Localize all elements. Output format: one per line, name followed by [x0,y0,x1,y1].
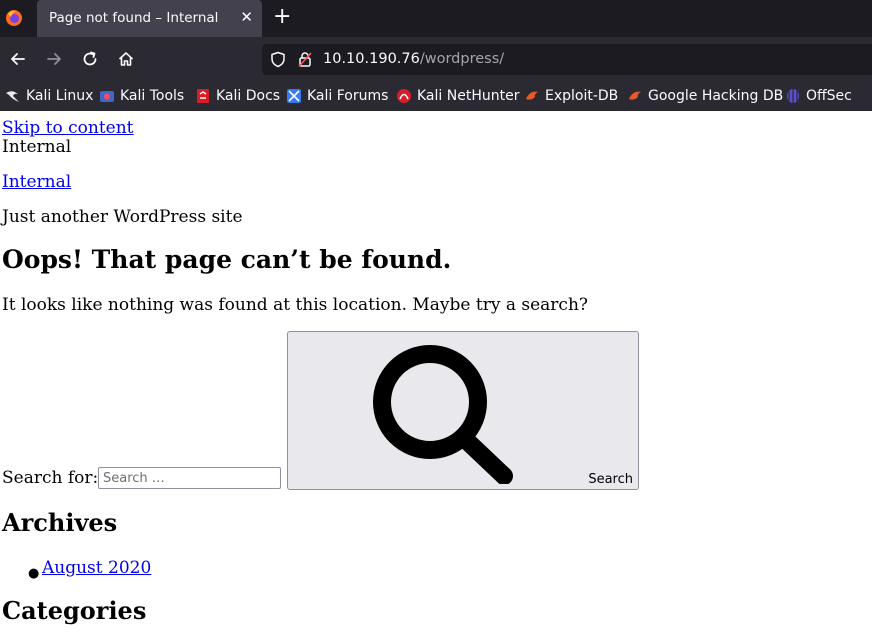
site-name-text: Internal [2,137,72,157]
bookmark-google-hacking-db[interactable]: Google Hacking DB [627,86,783,106]
skip-to-content-link[interactable]: Skip to content [2,118,134,138]
bookmark-label: OffSec [806,88,852,104]
bookmark-label: Kali NetHunter [417,88,520,104]
kali-docs-icon [197,89,209,103]
tab-title: Page not found – Internal [49,10,219,26]
bookmark-label: Kali Docs [216,88,281,104]
bookmark-kali-nethunter[interactable]: Kali NetHunter [396,86,519,106]
bookmark-kali-linux[interactable]: Kali Linux [5,86,93,106]
tab-strip: Page not found – Internal ✕ + [0,0,872,37]
search-button[interactable]: Search [287,331,639,490]
categories-heading: Categories [2,596,147,625]
search-label: Search for: [2,468,99,488]
url-host: 10.10.190.76 [323,51,420,67]
site-tagline: Just another WordPress site [2,207,243,227]
bookmark-kali-docs[interactable]: Kali Docs [195,86,280,106]
exploit-db-icon [526,91,538,100]
page-content: Skip to content Internal Internal Just a… [0,111,872,638]
kali-forums-icon [287,89,301,103]
bookmark-label: Kali Linux [26,88,94,104]
insecure-lock-icon[interactable] [298,51,312,68]
back-arrow-icon[interactable] [9,50,27,68]
bookmark-label: Google Hacking DB [648,88,784,104]
navigation-toolbar: 10.10.190.76/wordpress/ [0,37,872,81]
page-title: Oops! That page can’t be found. [2,245,452,274]
bookmark-exploit-db[interactable]: Exploit-DB [524,86,618,106]
address-bar[interactable]: 10.10.190.76/wordpress/ [262,44,872,75]
archives-heading: Archives [2,508,118,537]
site-title-link[interactable]: Internal [2,172,71,192]
url-text[interactable]: 10.10.190.76/wordpress/ [323,51,504,67]
reload-icon[interactable] [81,50,99,68]
offsec-icon [787,89,799,103]
forward-arrow-icon[interactable] [45,50,63,68]
firefox-icon[interactable] [5,9,23,27]
search-icon [373,345,513,484]
bookmark-offsec[interactable]: OffSec [785,86,852,106]
google-hacking-db-icon [629,91,641,100]
browser-chrome: Page not found – Internal ✕ + 10.10.190.… [0,0,872,112]
not-found-message: It looks like nothing was found at this … [2,295,589,315]
kali-tools-icon [100,91,114,102]
bookmark-label: Exploit-DB [545,88,619,104]
list-bullet: ● [28,566,40,581]
search-button-label: Search [588,472,633,487]
tracking-shield-icon[interactable] [270,51,286,68]
kali-nethunter-icon [397,89,411,103]
new-tab-button[interactable]: + [273,6,291,28]
bookmark-label: Kali Forums [307,88,389,104]
bookmarks-toolbar: Kali Linux Kali Tools Kali Docs Kali For… [0,81,872,112]
kali-dragon-icon [6,91,19,102]
archive-link-august-2020[interactable]: August 2020 [42,558,151,578]
url-path: /wordpress/ [419,51,505,67]
bookmark-kali-tools[interactable]: Kali Tools [99,86,184,106]
tab-close-icon[interactable]: ✕ [240,8,253,26]
bookmark-kali-forums[interactable]: Kali Forums [286,86,388,106]
tab-active[interactable]: Page not found – Internal ✕ [37,0,262,37]
search-input[interactable] [98,467,281,489]
bookmark-label: Kali Tools [120,88,185,104]
home-icon[interactable] [117,50,135,68]
